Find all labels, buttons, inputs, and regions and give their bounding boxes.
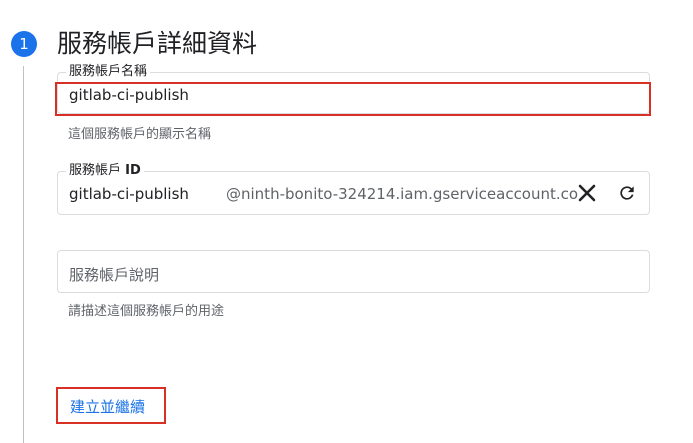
step-indicator: 1 — [11, 31, 37, 57]
service-account-id-label-prefix: 服務帳戶 — [69, 163, 126, 178]
name-field-highlight — [55, 82, 651, 116]
create-button-highlight — [56, 387, 166, 424]
service-account-description-placeholder: 服務帳戶說明 — [69, 266, 160, 284]
step-connector-line — [23, 66, 24, 443]
service-account-id-suffix: @ninth-bonito-324214.iam.gserviceaccount… — [226, 185, 579, 203]
service-account-description-field[interactable]: 服務帳戶說明 — [57, 250, 650, 293]
service-account-description-hint: 請描述這個服務帳戶的用途 — [68, 304, 225, 319]
service-account-name-label: 服務帳戶名稱 — [66, 64, 151, 80]
service-account-name-hint: 這個服務帳戶的顯示名稱 — [68, 127, 212, 142]
service-account-id-field[interactable]: 服務帳戶 ID gitlab-ci-publish @ninth-bonito-… — [57, 163, 650, 215]
service-account-id-value[interactable]: gitlab-ci-publish — [69, 185, 189, 203]
refresh-icon[interactable] — [615, 181, 639, 205]
service-account-id-label: 服務帳戶 ID — [66, 163, 144, 179]
close-icon[interactable] — [575, 181, 599, 205]
page-title: 服務帳戶詳細資料 — [57, 29, 258, 58]
service-account-id-label-id: ID — [125, 163, 141, 178]
